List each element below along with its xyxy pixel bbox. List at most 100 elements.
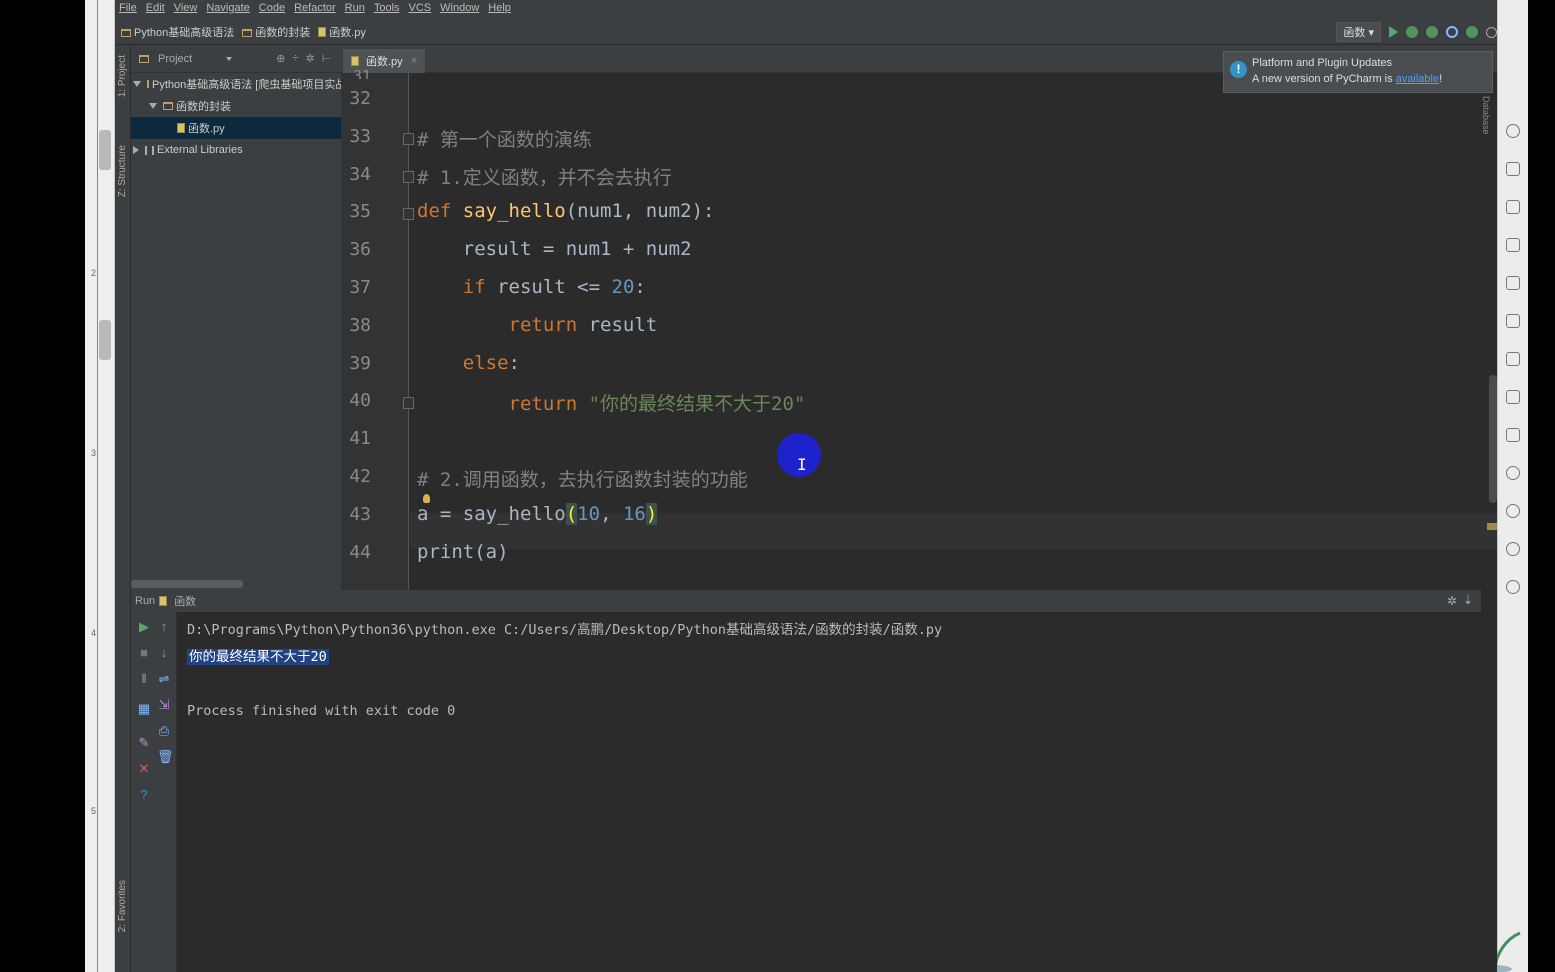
- menu-vcs[interactable]: VCS: [409, 2, 432, 14]
- line-number: 36: [349, 239, 371, 261]
- update-notification[interactable]: ! Platform and Plugin Updates A new vers…: [1223, 51, 1493, 93]
- menu-window[interactable]: Window: [440, 2, 479, 14]
- expand-arrow-icon[interactable]: [149, 103, 157, 109]
- coverage-button[interactable]: [1426, 26, 1438, 38]
- run-console[interactable]: D:\Programs\Python\Python36\python.exe C…: [177, 612, 1481, 972]
- dump-threads-icon[interactable]: ▦: [137, 702, 151, 716]
- vcs-button[interactable]: [1466, 26, 1478, 38]
- breadcrumb-folder[interactable]: 函数的封装: [242, 24, 310, 40]
- arrow-down-icon[interactable]: ↓: [157, 646, 171, 660]
- line-number: 37: [349, 277, 371, 298]
- menu-help[interactable]: Help: [488, 2, 511, 14]
- soft-wrap-icon[interactable]: ⇌: [157, 672, 171, 686]
- code-editor[interactable]: 函数.py × 31 32 33 34 35 36 37 38 39 40 41 42 43 44 # …: [341, 45, 1497, 590]
- breadcrumb-file[interactable]: 函数.py: [318, 24, 366, 40]
- scroll-to-end-icon[interactable]: ⇲: [157, 698, 171, 712]
- debug-button[interactable]: [1406, 26, 1418, 38]
- share-icon[interactable]: [1506, 390, 1520, 404]
- menu-edit[interactable]: Edit: [146, 2, 165, 14]
- text-cursor-icon: I: [797, 455, 807, 474]
- profile-button[interactable]: [1446, 26, 1458, 38]
- menu-run[interactable]: Run: [345, 2, 365, 14]
- warning-marker[interactable]: [1487, 523, 1497, 530]
- close-icon[interactable]: ×: [411, 55, 417, 67]
- locate-icon[interactable]: ⊕: [276, 52, 285, 65]
- menu-refactor[interactable]: Refactor: [294, 2, 336, 14]
- star-icon[interactable]: [1506, 314, 1520, 328]
- strip-number: 2: [91, 268, 97, 278]
- menu-code[interactable]: Code: [259, 2, 285, 14]
- help-icon[interactable]: [1506, 580, 1520, 594]
- notification-body: A new version of PyCharm is available!: [1252, 73, 1442, 85]
- gear-icon[interactable]: ✲: [306, 52, 315, 65]
- menu-tools[interactable]: Tools: [374, 2, 400, 14]
- trash-icon[interactable]: 🗑: [157, 750, 174, 764]
- chevron-down-icon[interactable]: [226, 56, 233, 61]
- pin-icon[interactable]: ✎: [137, 736, 151, 750]
- run-configuration-select[interactable]: 函数 ▾: [1336, 22, 1381, 42]
- hide-icon[interactable]: ⊢: [322, 52, 332, 65]
- tree-item-file[interactable]: 函数.py: [131, 117, 341, 139]
- location-icon[interactable]: [1506, 504, 1520, 518]
- folder-icon: [163, 102, 173, 110]
- gear-icon[interactable]: ✲: [1447, 594, 1457, 608]
- expand-arrow-icon[interactable]: [133, 81, 141, 87]
- tag-icon[interactable]: [1506, 200, 1520, 214]
- code-line: return result: [508, 313, 658, 336]
- structure-tool-button[interactable]: Z: Structure: [117, 145, 128, 197]
- python-file-icon: [318, 27, 327, 37]
- menu-view[interactable]: View: [174, 2, 198, 14]
- fold-marker-icon[interactable]: [403, 397, 414, 410]
- tree-item-folder[interactable]: 函数的封装: [131, 95, 341, 117]
- image-icon[interactable]: [1506, 428, 1520, 442]
- close-icon[interactable]: ✕: [137, 762, 151, 776]
- print-icon[interactable]: ⎙: [157, 724, 171, 738]
- stop-icon[interactable]: ■: [137, 646, 151, 660]
- database-tool-button[interactable]: Database: [1481, 96, 1491, 135]
- rerun-icon[interactable]: ▶: [137, 620, 151, 634]
- project-horizontal-scrollbar[interactable]: [131, 580, 243, 588]
- folder-icon: [242, 29, 253, 37]
- archive-icon[interactable]: [1506, 352, 1520, 366]
- margin-line: [97, 0, 98, 972]
- arrow-up-icon[interactable]: ↑: [157, 620, 171, 634]
- sliders-icon[interactable]: [1506, 238, 1520, 252]
- notification-text: A new version of PyCharm is: [1252, 73, 1396, 85]
- document-icon[interactable]: [1506, 276, 1520, 290]
- run-panel-title: Run: [135, 595, 156, 607]
- favorites-tool-button[interactable]: 2: Favorites: [117, 880, 128, 932]
- menu-navigate[interactable]: Navigate: [206, 2, 249, 14]
- copy-icon[interactable]: [1506, 162, 1520, 176]
- run-config-label: 函数: [1343, 27, 1366, 39]
- collapse-icon[interactable]: ÷: [292, 52, 298, 65]
- library-icon: [145, 145, 154, 155]
- fold-marker-icon[interactable]: [403, 208, 414, 221]
- line-number: 42: [349, 466, 371, 487]
- search-icon[interactable]: [1486, 26, 1497, 38]
- strip-number: 3: [91, 448, 97, 458]
- minimize-icon[interactable]: ⇣: [1463, 593, 1473, 607]
- breadcrumb-project[interactable]: Python基础高级语法: [121, 24, 234, 40]
- tree-item-project-root[interactable]: Python基础高级语法 [爬虫基础项目实战]: [131, 73, 349, 95]
- fold-marker-icon[interactable]: [403, 132, 414, 145]
- notification-title: Platform and Plugin Updates: [1252, 57, 1393, 69]
- editor-vertical-scrollbar[interactable]: [1489, 375, 1497, 503]
- speaker-icon[interactable]: [1506, 466, 1520, 480]
- tree-item-external-libraries[interactable]: External Libraries: [131, 139, 341, 161]
- expand-arrow-icon[interactable]: [133, 146, 139, 154]
- tab-label: 函数.py: [366, 56, 403, 68]
- pause-icon[interactable]: ‖: [137, 672, 151, 686]
- history-icon[interactable]: [1506, 542, 1520, 556]
- notification-link[interactable]: available: [1396, 73, 1439, 85]
- run-button[interactable]: [1389, 26, 1398, 38]
- code-line: # 1.定义函数，并不会去执行: [417, 166, 672, 189]
- lightbulb-icon[interactable]: [423, 494, 430, 503]
- help-icon[interactable]: ?: [137, 788, 151, 802]
- project-tool-button[interactable]: 1: Project: [117, 55, 128, 97]
- menu-file[interactable]: File: [119, 2, 137, 14]
- run-config-tab[interactable]: 函数: [174, 593, 196, 609]
- folder-icon: [121, 29, 131, 37]
- lightbulb-icon[interactable]: [1506, 124, 1520, 138]
- project-view-select[interactable]: Project: [158, 53, 192, 65]
- fold-marker-icon[interactable]: [403, 170, 414, 183]
